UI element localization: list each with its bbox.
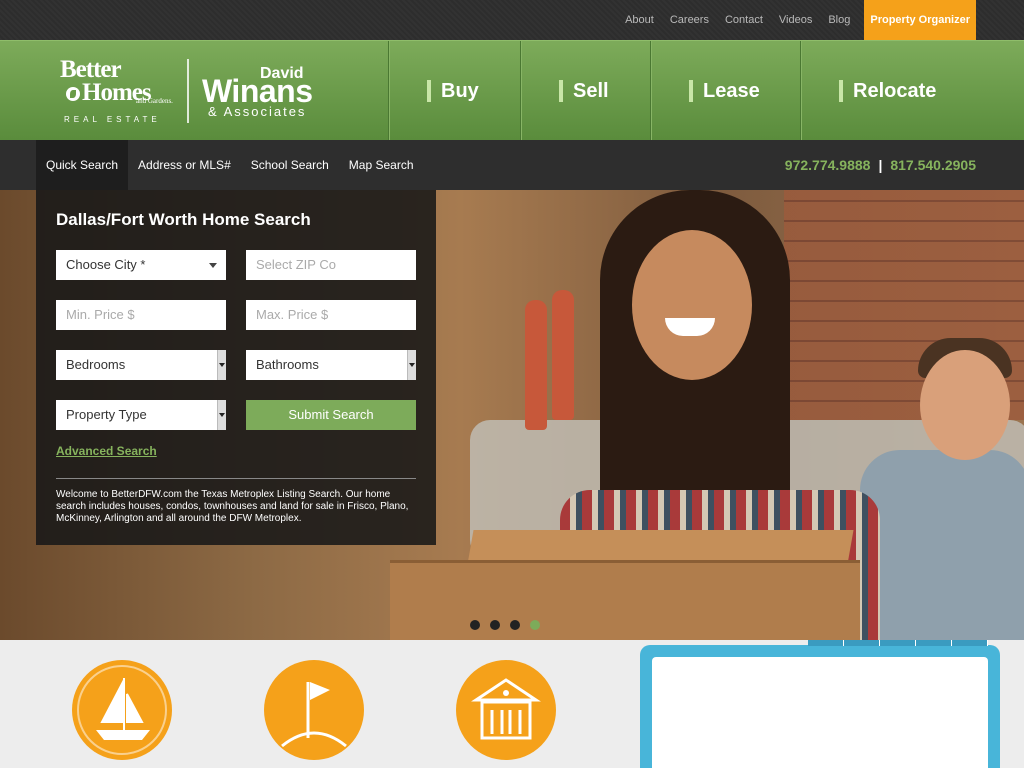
hero-woman-face bbox=[632, 230, 752, 380]
bedrooms-select[interactable]: Bedrooms bbox=[56, 350, 226, 380]
property-type-label: Property Type bbox=[66, 407, 147, 422]
sailboat-icon[interactable] bbox=[72, 660, 172, 760]
top-bar: About Careers Contact Videos Blog Proper… bbox=[0, 0, 1024, 40]
tab-map-search[interactable]: Map Search bbox=[339, 140, 424, 190]
main-nav: Buy Sell Lease Relocate bbox=[388, 41, 1024, 141]
tab-school-search[interactable]: School Search bbox=[241, 140, 339, 190]
nav-lease[interactable]: Lease bbox=[650, 41, 800, 141]
feature-section bbox=[0, 640, 1024, 768]
hero-man-face bbox=[920, 350, 1010, 460]
carousel-dots bbox=[470, 620, 550, 630]
nav-bar-marker bbox=[427, 80, 431, 102]
property-organizer-button[interactable]: Property Organizer bbox=[864, 0, 976, 40]
submit-search-button[interactable]: Submit Search bbox=[246, 400, 416, 430]
thumbnail-strip bbox=[808, 640, 988, 646]
search-description: Welcome to BetterDFW.com the Texas Metro… bbox=[56, 489, 409, 524]
hero-moving-box bbox=[390, 560, 860, 640]
nav-bar-marker bbox=[839, 80, 843, 102]
tab-quick-search[interactable]: Quick Search bbox=[36, 140, 129, 190]
min-price-input[interactable]: Min. Price $ bbox=[56, 300, 226, 330]
flag-icon[interactable] bbox=[264, 660, 364, 760]
nav-label: Lease bbox=[703, 79, 760, 102]
thumbnail[interactable] bbox=[808, 640, 844, 646]
thumbnail[interactable] bbox=[844, 640, 880, 646]
nav-buy[interactable]: Buy bbox=[388, 41, 520, 141]
thumbnail[interactable] bbox=[916, 640, 952, 646]
top-link-videos[interactable]: Videos bbox=[779, 14, 812, 26]
phone-separator: | bbox=[878, 157, 883, 173]
hero-bottle bbox=[525, 300, 547, 430]
top-link-careers[interactable]: Careers bbox=[670, 14, 709, 26]
carousel-dot[interactable] bbox=[510, 620, 520, 630]
nav-label: Relocate bbox=[853, 79, 937, 102]
nav-label: Buy bbox=[441, 79, 479, 102]
thumbnail[interactable] bbox=[880, 640, 916, 646]
city-select[interactable]: Choose City * bbox=[56, 250, 226, 280]
top-link-contact[interactable]: Contact bbox=[725, 14, 763, 26]
logo-better: Better bbox=[60, 56, 122, 83]
thumbnail[interactable] bbox=[952, 640, 988, 646]
hero-bottle bbox=[552, 290, 574, 420]
leaf-icon bbox=[66, 87, 80, 101]
advanced-search-link[interactable]: Advanced Search bbox=[56, 444, 157, 458]
nav-relocate[interactable]: Relocate bbox=[800, 41, 1024, 141]
house-icon[interactable] bbox=[456, 660, 556, 760]
max-price-input[interactable]: Max. Price $ bbox=[246, 300, 416, 330]
chevron-down-icon bbox=[209, 263, 217, 268]
nav-bar-marker bbox=[689, 80, 693, 102]
phone-fort-worth[interactable]: 817.540.2905 bbox=[890, 157, 976, 173]
zip-select[interactable]: Select ZIP Co bbox=[246, 250, 416, 280]
tab-address-mls[interactable]: Address or MLS# bbox=[128, 140, 241, 190]
top-links: About Careers Contact Videos Blog Proper… bbox=[609, 0, 976, 40]
city-select-label: Choose City * bbox=[66, 257, 146, 272]
phone-dallas[interactable]: 972.774.9888 bbox=[785, 157, 871, 173]
home-search-panel: Dallas/Fort Worth Home Search Choose Cit… bbox=[36, 190, 436, 545]
featured-panel-content bbox=[652, 657, 988, 768]
logo-gardens: and Gardens. bbox=[136, 97, 173, 105]
zip-placeholder: Select ZIP Co bbox=[256, 257, 336, 272]
bathrooms-select[interactable]: Bathrooms bbox=[246, 350, 416, 380]
main-header: Better Homes and Gardens. REAL ESTATE Da… bbox=[0, 40, 1024, 141]
min-price-placeholder: Min. Price $ bbox=[66, 307, 135, 322]
nav-bar-marker bbox=[559, 80, 563, 102]
max-price-placeholder: Max. Price $ bbox=[256, 307, 329, 322]
nav-sell[interactable]: Sell bbox=[520, 41, 650, 141]
featured-panel bbox=[640, 645, 1000, 768]
carousel-dot[interactable] bbox=[490, 620, 500, 630]
search-title: Dallas/Fort Worth Home Search bbox=[56, 210, 311, 229]
search-tabs-bar: Quick Search Address or MLS# School Sear… bbox=[0, 140, 1024, 190]
divider bbox=[56, 478, 416, 479]
select-arrow-icon bbox=[407, 350, 416, 380]
top-link-blog[interactable]: Blog bbox=[828, 14, 850, 26]
logo-real-estate: REAL ESTATE bbox=[64, 115, 161, 124]
carousel-dot[interactable] bbox=[470, 620, 480, 630]
carousel-dot-active[interactable] bbox=[530, 620, 540, 630]
property-type-select[interactable]: Property Type bbox=[56, 400, 226, 430]
hero-man-body bbox=[860, 450, 1024, 640]
site-logo[interactable]: Better Homes and Gardens. REAL ESTATE Da… bbox=[60, 57, 320, 127]
logo-associates: & Associates bbox=[208, 104, 307, 119]
logo-divider bbox=[187, 59, 189, 123]
top-link-about[interactable]: About bbox=[625, 14, 654, 26]
nav-label: Sell bbox=[573, 79, 609, 102]
search-tabs: Quick Search Address or MLS# School Sear… bbox=[36, 140, 424, 190]
select-arrow-icon bbox=[217, 400, 226, 430]
bathrooms-label: Bathrooms bbox=[256, 357, 319, 372]
bedrooms-label: Bedrooms bbox=[66, 357, 126, 372]
phone-numbers: 972.774.9888 | 817.540.2905 bbox=[785, 140, 976, 190]
select-arrow-icon bbox=[217, 350, 226, 380]
